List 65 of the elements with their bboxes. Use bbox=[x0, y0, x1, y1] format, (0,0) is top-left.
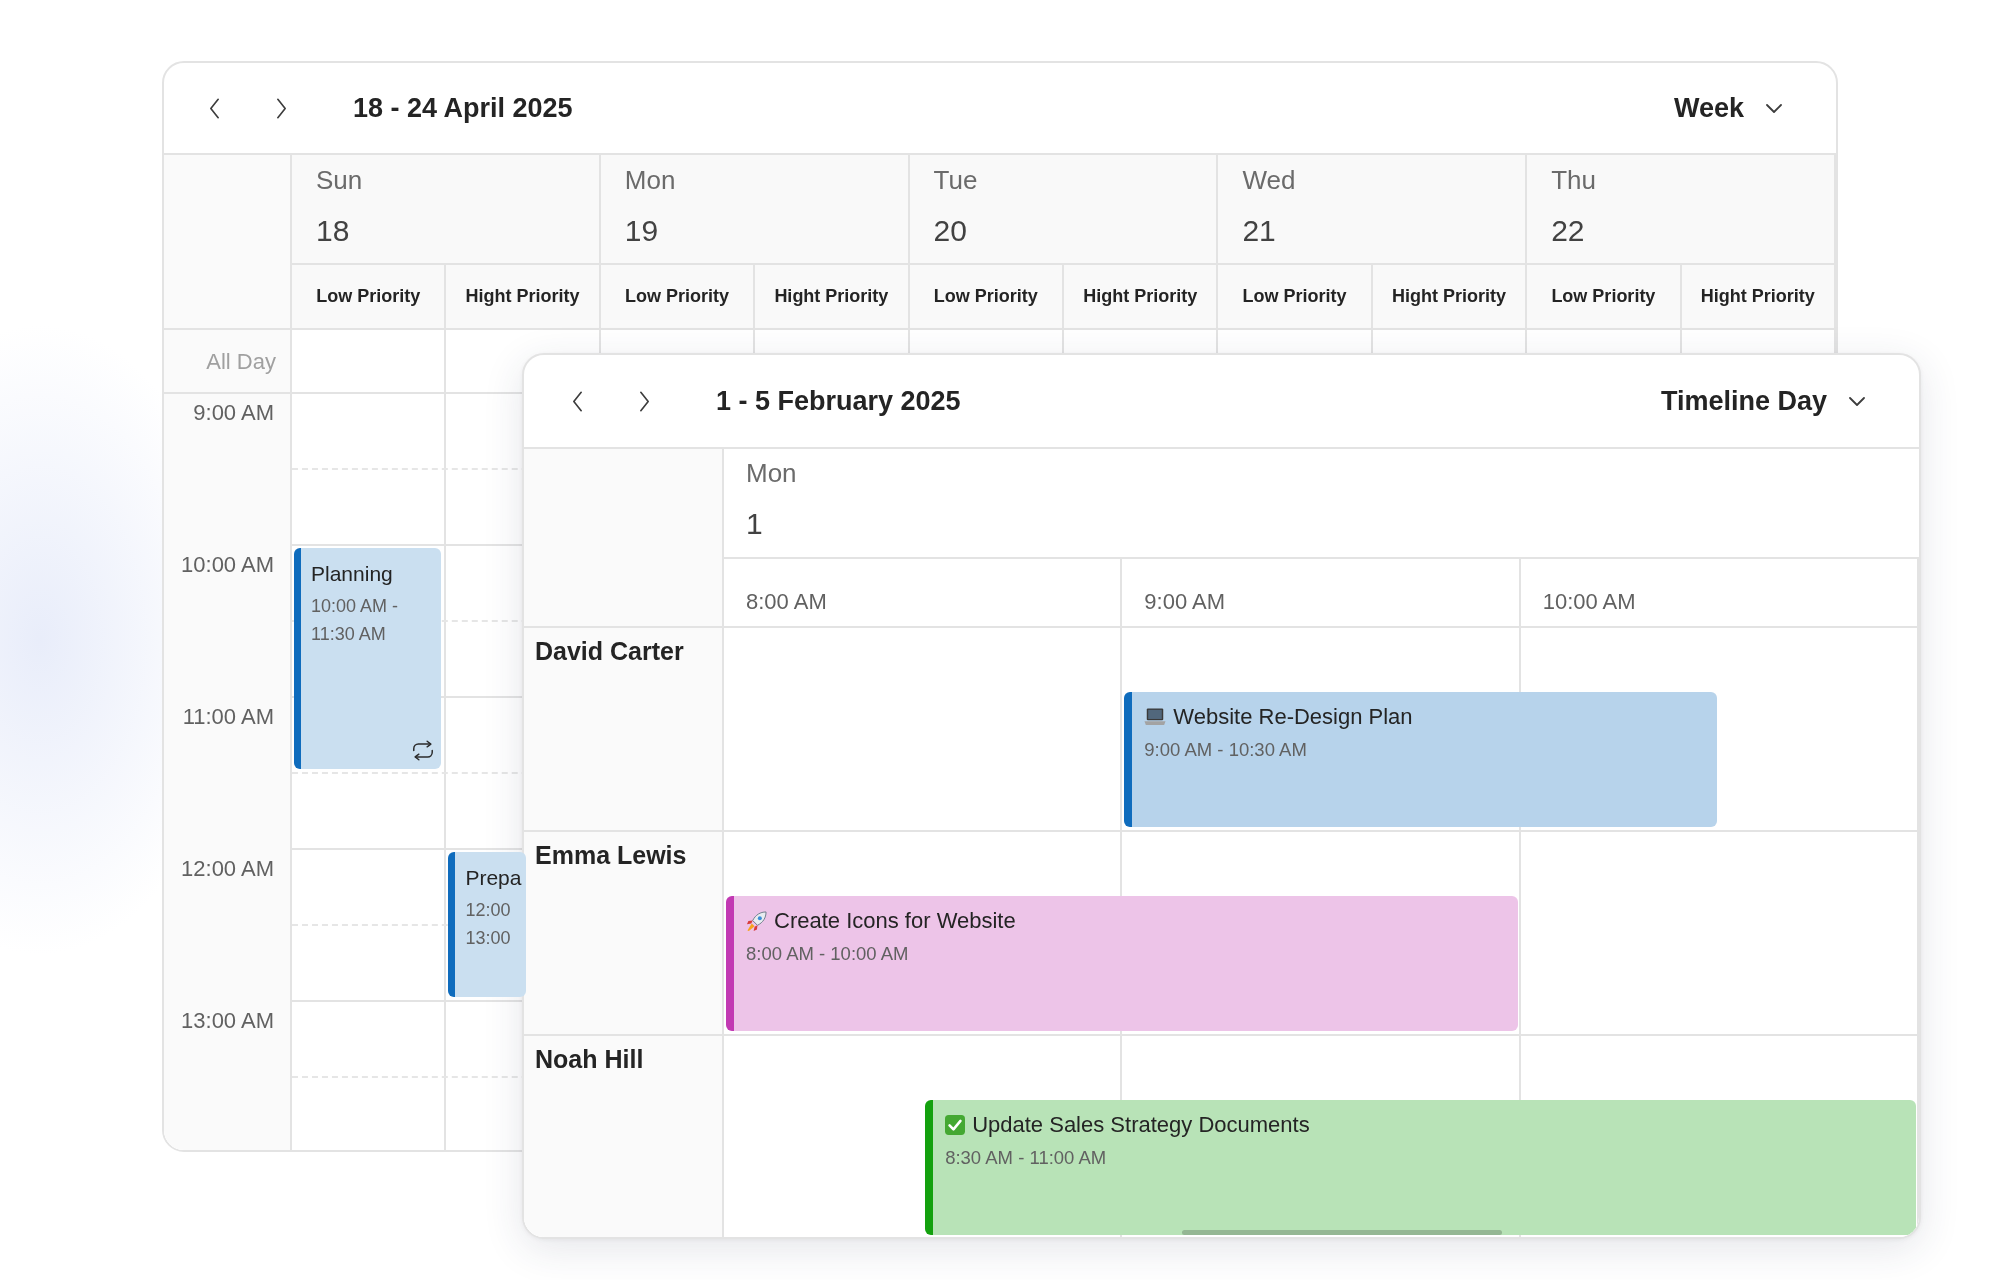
group-header-label: Hight Priority bbox=[465, 286, 580, 307]
event-time: 13:00 bbox=[465, 927, 511, 950]
date-number[interactable]: 22 bbox=[1551, 214, 1585, 248]
date-range-button[interactable]: 18 - 24 April 2025 bbox=[353, 92, 573, 124]
chevron-left-icon bbox=[208, 97, 220, 119]
view-dropdown[interactable]: Week bbox=[1673, 92, 1782, 124]
group-header-label: Low Priority bbox=[625, 286, 729, 307]
day-name-label: Thu bbox=[1551, 164, 1596, 196]
resource-name: Emma Lewis bbox=[535, 841, 687, 869]
event-title: Website Re-Design Plan bbox=[1173, 703, 1413, 731]
time-label: 10:00 AM bbox=[1542, 589, 1636, 615]
event-title: Prepa bbox=[465, 865, 522, 891]
event-title: Create Icons for Website bbox=[774, 907, 1016, 935]
event-time: 12:00 bbox=[465, 899, 511, 922]
event-card[interactable]: Update Sales Strategy Documents 8:30 AM - 11:00 AM bbox=[925, 1100, 1916, 1235]
all-day-label: All Day bbox=[206, 349, 276, 375]
date-number[interactable]: 18 bbox=[316, 214, 350, 248]
time-label: 12:00 AM bbox=[181, 856, 274, 882]
group-header-label: Low Priority bbox=[1242, 286, 1347, 307]
event-card[interactable]: Create Icons for Website 8:00 AM - 10:00 AM bbox=[726, 896, 1518, 1031]
time-label: 11:00 AM bbox=[182, 704, 274, 730]
group-header-label: Hight Priority bbox=[1700, 286, 1815, 307]
group-header-label: Low Priority bbox=[933, 286, 1038, 307]
chevron-right-icon bbox=[638, 390, 650, 412]
time-label: 10:00 AM bbox=[181, 552, 274, 578]
date-range-button[interactable]: 1 - 5 February 2025 bbox=[716, 385, 961, 417]
day-name-label: Mon bbox=[746, 457, 797, 489]
event-title: Update Sales Strategy Documents bbox=[972, 1111, 1310, 1139]
event-title: Planning bbox=[311, 561, 393, 587]
time-label: 8:00 AM bbox=[746, 589, 827, 615]
time-label: 9:00 AM bbox=[193, 400, 274, 426]
chevron-down-icon bbox=[1766, 103, 1782, 113]
event-time: 11:30 AM bbox=[311, 623, 386, 646]
date-number[interactable]: 1 bbox=[746, 507, 763, 541]
date-number[interactable]: 20 bbox=[933, 214, 967, 248]
resource-name: David Carter bbox=[535, 637, 684, 665]
event-time: 8:00 AM - 10:00 AM bbox=[746, 943, 909, 965]
day-name-label: Wed bbox=[1242, 164, 1296, 196]
time-label: 9:00 AM bbox=[1144, 589, 1226, 615]
day-name-label: Tue bbox=[933, 164, 978, 196]
event-card[interactable]: Website Re-Design Plan 9:00 AM - 10:30 AM bbox=[1124, 692, 1717, 827]
group-header-label: Hight Priority bbox=[774, 286, 889, 307]
event-time: 8:30 AM - 11:00 AM bbox=[945, 1147, 1107, 1169]
resource-name: Noah Hill bbox=[535, 1045, 644, 1073]
event-card[interactable]: Planning 10:00 AM - 11:30 AM bbox=[294, 548, 442, 769]
rocket-icon bbox=[746, 910, 767, 932]
event-time: 9:00 AM - 10:30 AM bbox=[1144, 739, 1307, 761]
chevron-left-icon bbox=[571, 390, 583, 412]
view-dropdown[interactable]: Timeline Day bbox=[1660, 385, 1865, 417]
group-header-label: Hight Priority bbox=[1083, 286, 1198, 307]
group-header-label: Low Priority bbox=[1551, 286, 1656, 307]
chevron-right-icon bbox=[275, 97, 287, 119]
day-name-label: Mon bbox=[624, 164, 676, 196]
day-name-label: Sun bbox=[316, 164, 363, 196]
check-box-icon bbox=[945, 1115, 966, 1135]
laptop-icon bbox=[1144, 708, 1167, 726]
horizontal-scrollbar[interactable] bbox=[1182, 1230, 1502, 1235]
chevron-down-icon bbox=[1849, 396, 1865, 406]
time-label: 13:00 AM bbox=[181, 1008, 274, 1034]
event-time: 10:00 AM - bbox=[311, 595, 399, 618]
group-header-label: Hight Priority bbox=[1392, 286, 1506, 307]
date-number[interactable]: 21 bbox=[1242, 214, 1276, 248]
group-header-label: Low Priority bbox=[316, 286, 421, 307]
date-number[interactable]: 19 bbox=[624, 214, 659, 248]
event-card[interactable]: Prepa 12:00 13:00 bbox=[448, 852, 527, 997]
